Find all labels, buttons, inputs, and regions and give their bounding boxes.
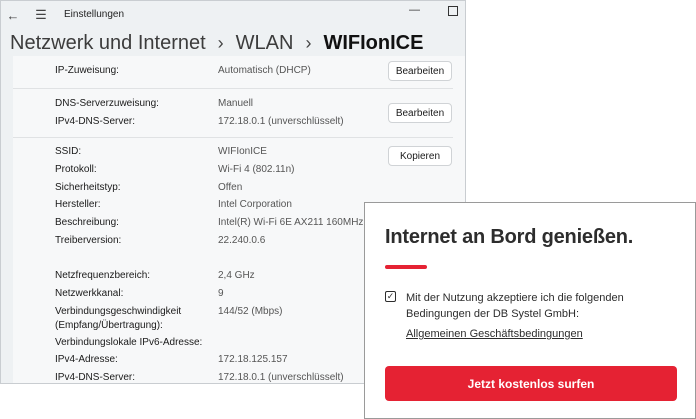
ipv4-dns-value: 172.18.0.1 (unverschlüsselt) <box>218 116 344 127</box>
manufacturer-value: Intel Corporation <box>218 199 292 210</box>
page-title: WIFIonICE <box>323 31 424 54</box>
ipv4-dns-server-label: IPv4-DNS-Server: <box>55 372 136 383</box>
ipv4-address-label: IPv4-Adresse: <box>55 354 118 365</box>
app-title: Einstellungen <box>64 9 125 20</box>
network-channel-value: 9 <box>218 288 224 299</box>
ssid-label: SSID: <box>55 146 82 157</box>
link-speed-label: Verbindungsgeschwindigkeit <box>55 306 182 317</box>
checkmark-icon: ✓ <box>386 291 395 301</box>
ssid-value: WIFIonICE <box>218 146 267 157</box>
terms-checkbox[interactable]: ✓ <box>385 291 396 302</box>
network-channel-label: Netzwerkkanal: <box>55 288 124 299</box>
frequency-band-value: 2,4 GHz <box>218 270 255 281</box>
breadcrumb-item-wlan[interactable]: WLAN <box>236 32 294 55</box>
edit-ip-button[interactable]: Bearbeiten <box>388 61 452 81</box>
edit-dns-button[interactable]: Bearbeiten <box>388 103 452 123</box>
ip-assignment-label: IP-Zuweisung: <box>55 65 119 76</box>
link-local-ipv6-label: Verbindungslokale IPv6-Adresse: <box>55 337 203 348</box>
back-arrow-icon[interactable]: ← <box>5 7 21 23</box>
chevron-right-icon: › <box>217 32 224 53</box>
security-type-value: Offen <box>218 182 243 193</box>
dns-assignment-value: Manuell <box>218 98 254 109</box>
minimize-icon[interactable]: — <box>409 4 420 16</box>
accent-bar <box>385 265 427 269</box>
ipv4-dns-label: IPv4-DNS-Server: <box>55 116 136 127</box>
link-speed-value: 144/52 (Mbps) <box>218 306 283 317</box>
driver-version-label: Treiberversion: <box>55 235 122 246</box>
captive-portal-card: Internet an Bord genießen. ✓ Mit der Nut… <box>364 202 696 419</box>
portal-title: Internet an Bord genießen. <box>385 226 634 248</box>
frequency-band-label: Netzfrequenzbereich: <box>55 270 151 281</box>
protocol-label: Protokoll: <box>55 164 97 175</box>
terms-link[interactable]: Allgemeinen Geschäftsbedingungen <box>406 328 583 340</box>
copy-button[interactable]: Kopieren <box>388 146 452 166</box>
breadcrumb-item-network[interactable]: Netzwerk und Internet <box>10 32 206 55</box>
protocol-value: Wi-Fi 4 (802.11n) <box>218 164 295 175</box>
breadcrumb: Netzwerk und Internet › WLAN › WIFIonICE <box>10 30 423 56</box>
section-divider <box>13 88 453 89</box>
ipv4-address-value: 172.18.125.157 <box>218 354 288 365</box>
ip-assignment-value: Automatisch (DHCP) <box>218 65 311 76</box>
hamburger-menu-icon[interactable]: ☰ <box>33 7 49 23</box>
maximize-icon[interactable] <box>448 6 458 16</box>
ipv4-dns-server-value: 172.18.0.1 (unverschlüsselt) <box>218 372 344 383</box>
description-label: Beschreibung: <box>55 217 119 228</box>
security-type-label: Sicherheitstyp: <box>55 182 121 193</box>
dns-assignment-label: DNS-Serverzuweisung: <box>55 98 159 109</box>
description-value: Intel(R) Wi-Fi 6E AX211 160MHz <box>218 217 364 228</box>
driver-version-value: 22.240.0.6 <box>218 235 266 246</box>
surf-free-button[interactable]: Jetzt kostenlos surfen <box>385 366 677 401</box>
manufacturer-label: Hersteller: <box>55 199 101 210</box>
link-speed-label-cont: (Empfang/Übertragung): <box>55 320 163 331</box>
consent-text: Mit der Nutzung akzeptiere ich die folge… <box>406 292 624 320</box>
title-bar: ← ☰ Einstellungen — <box>1 1 465 29</box>
section-divider <box>13 137 453 138</box>
chevron-right-icon: › <box>305 32 312 53</box>
